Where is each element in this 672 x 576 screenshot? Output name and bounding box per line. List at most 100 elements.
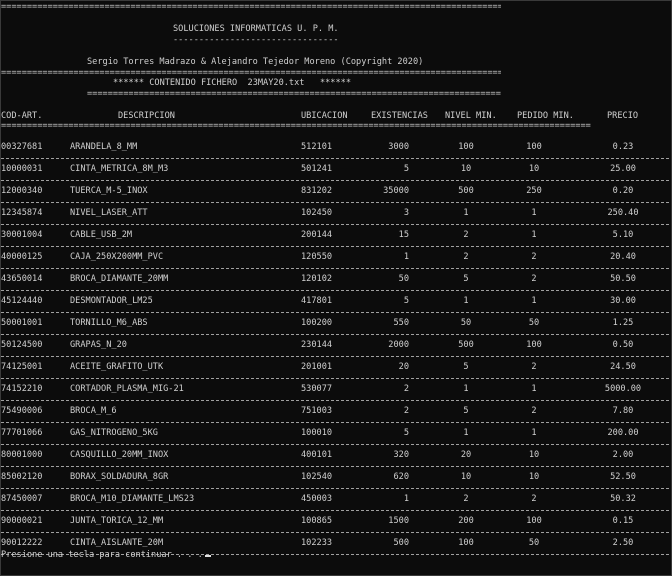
table-cell: 7.80 — [612, 406, 634, 416]
table-cell: 74125001 — [1, 362, 43, 372]
table-cell: 102233 — [301, 538, 333, 548]
table-cell: NIVEL_LASER_ATT — [70, 208, 148, 218]
table-cell: 0.50 — [612, 340, 634, 350]
table-cell: 90012222 — [1, 538, 43, 548]
console-window[interactable]: ========================================… — [0, 0, 672, 576]
continue-prompt: Presione una tecla para continuar . . . — [1, 550, 211, 561]
table-cell: 52.50 — [610, 472, 636, 482]
table-cell: 1 — [531, 384, 537, 394]
table-cell: CINTA_AISLANTE_20M — [70, 538, 164, 548]
table-cell: 500 — [393, 538, 409, 548]
table-cell: 25.00 — [610, 164, 636, 174]
table-cell: 24.50 — [610, 362, 636, 372]
table-cell: GRAPAS_N_20 — [70, 340, 127, 350]
table-cell: 5.10 — [612, 230, 634, 240]
table-cell: CABLE_USB_2M — [70, 230, 133, 240]
table-cell: 5 — [463, 362, 469, 372]
row-separator — [1, 224, 669, 225]
table-cell: 1.25 — [612, 318, 634, 328]
table-cell: 201001 — [301, 362, 333, 372]
table-cell: ARANDELA_8_MM — [70, 142, 138, 152]
table-cell: 120550 — [301, 252, 333, 262]
table-cell: 102540 — [301, 472, 333, 482]
table-cell: 200 — [458, 516, 474, 526]
table-cell: BROCA_M10_DIAMANTE_LMS23 — [70, 494, 195, 504]
table-cell: 100865 — [301, 516, 333, 526]
table-cell: 1 — [463, 428, 469, 438]
table-cell: 40000125 — [1, 252, 43, 262]
table-cell: 50 — [398, 274, 409, 284]
table-cell: 50.32 — [610, 494, 636, 504]
table-cell: CASQUILLO_20MM_INOX — [70, 450, 169, 460]
table-cell: 102450 — [301, 208, 333, 218]
table-cell: 1 — [531, 296, 537, 306]
table-cell: 250.40 — [607, 208, 639, 218]
table-cell: 120102 — [301, 274, 333, 284]
table-cell: 831202 — [301, 186, 333, 196]
table-cell: 50001001 — [1, 318, 43, 328]
table-cell: 10000031 — [1, 164, 43, 174]
table-cell: 501241 — [301, 164, 333, 174]
table-cell: CORTADOR_PLASMA_MIG-21 — [70, 384, 184, 394]
table-cell: 87450007 — [1, 494, 43, 504]
table-cell: 12345874 — [1, 208, 43, 218]
table-cell: 100 — [526, 142, 542, 152]
table-cell: 3000 — [388, 142, 409, 152]
row-separator — [1, 444, 669, 445]
table-cell: 2 — [463, 252, 469, 262]
org-underline: -------------------------------- — [173, 35, 339, 45]
file-underline: ========================================… — [87, 89, 501, 99]
table-cell: 450003 — [301, 494, 333, 504]
table-cell: 12000340 — [1, 186, 43, 196]
table-cell: DESMONTADOR_LM25 — [70, 296, 153, 306]
table-cell: 75490006 — [1, 406, 43, 416]
table-cell: 2 — [531, 362, 537, 372]
table-cell: TORNILLO_M6_ABS — [70, 318, 148, 328]
table-cell: 1 — [463, 296, 469, 306]
table-cell: 5 — [463, 274, 469, 284]
row-separator — [1, 378, 669, 379]
table-cell: JUNTA_TORICA_12_MM — [70, 516, 164, 526]
table-cell: 10 — [460, 472, 472, 482]
table-cell: 2.00 — [612, 450, 634, 460]
table-cell: 2 — [531, 252, 537, 262]
file-title: ****** CONTENIDO FICHERO 23MAY20.txt ***… — [113, 78, 351, 88]
table-cell: 250 — [526, 186, 542, 196]
text-cursor — [204, 555, 211, 557]
table-cell: 550 — [393, 318, 409, 328]
table-cell: 45124440 — [1, 296, 43, 306]
table-cell: 100 — [458, 538, 474, 548]
table-cell: 50 — [528, 318, 540, 328]
table-cell: 230144 — [301, 340, 333, 350]
row-separator — [1, 532, 669, 533]
table-cell: 35000 — [383, 186, 409, 196]
header-rule: ========================================… — [1, 121, 591, 131]
table-cell: 00327681 — [1, 142, 43, 152]
table-cell: 620 — [393, 472, 409, 482]
table-cell: 77701066 — [1, 428, 43, 438]
row-separator — [1, 356, 669, 357]
table-cell: 2 — [403, 384, 409, 394]
row-separator — [1, 158, 669, 159]
top-rule: ========================================… — [1, 2, 501, 12]
table-cell: 500 — [458, 186, 474, 196]
table-cell: 200144 — [301, 230, 333, 240]
table-cell: 90000021 — [1, 516, 43, 526]
org-title: SOLUCIONES INFORMATICAS U. P. M. — [173, 24, 339, 34]
table-cell: 0.20 — [612, 186, 634, 196]
table-cell: 1 — [403, 252, 409, 262]
table-cell: 80001000 — [1, 450, 43, 460]
table-cell: 0.15 — [612, 516, 634, 526]
table-cell: 751003 — [301, 406, 333, 416]
table-cell: 100 — [526, 340, 542, 350]
table-cell: GAS_NITROGENO_5KG — [70, 428, 158, 438]
table-cell: 50 — [528, 538, 540, 548]
table-cell: 43650014 — [1, 274, 43, 284]
table-cell: 2 — [463, 494, 469, 504]
table-cell: 5 — [463, 406, 469, 416]
row-separator — [1, 180, 669, 181]
table-cell: TUERCA_M-5_INOX — [70, 186, 148, 196]
table-cell: 10 — [528, 472, 540, 482]
table-cell: 200.00 — [607, 428, 639, 438]
table-cell: 5 — [403, 296, 409, 306]
